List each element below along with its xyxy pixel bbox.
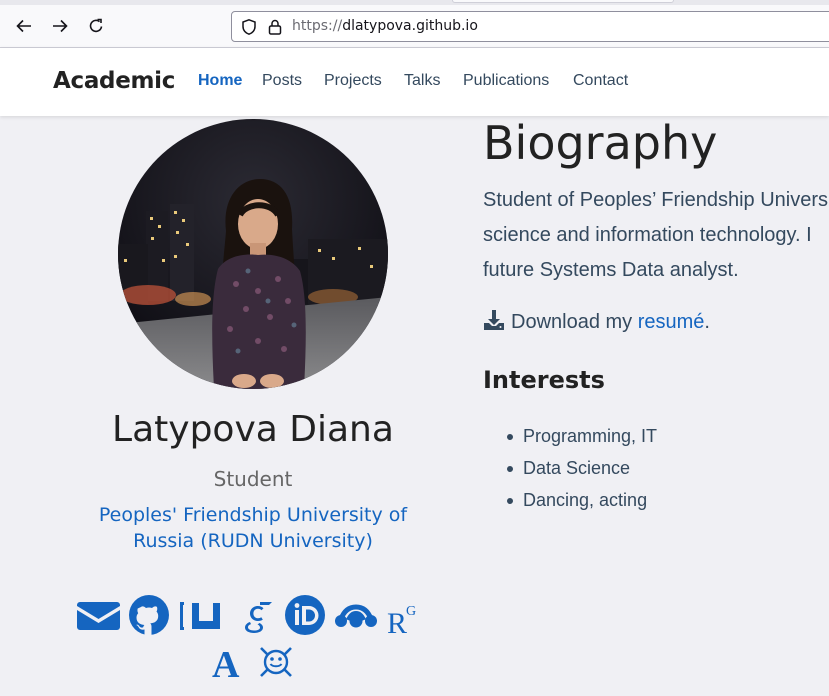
resume-link[interactable]: resumé xyxy=(638,311,705,333)
url-protocol: https:// xyxy=(292,18,343,34)
download-prefix: Download my xyxy=(511,311,638,333)
url-host: dlatypova.github.io xyxy=(342,18,478,34)
site-brand[interactable]: Academic xyxy=(53,68,175,94)
orcid-icon[interactable] xyxy=(284,595,326,635)
researchgate-icon[interactable]: RG xyxy=(386,600,420,636)
main-content: Latypova Diana Student Peoples' Friendsh… xyxy=(0,116,829,696)
academia-icon[interactable]: A xyxy=(211,643,247,679)
tab-strip xyxy=(0,0,829,5)
shield-icon[interactable] xyxy=(240,18,258,36)
arrow-left-icon xyxy=(16,19,31,33)
download-suffix: . xyxy=(704,311,710,333)
envelope-icon[interactable] xyxy=(77,599,120,631)
biography-line: Student of Peoples’ Friendship Universit… xyxy=(483,189,829,211)
biography-text: Student of Peoples’ Friendship Universit… xyxy=(483,183,829,288)
active-tab[interactable] xyxy=(452,0,674,3)
zotero-icon[interactable] xyxy=(258,645,294,679)
profile-name: Latypova Diana xyxy=(112,409,394,450)
biography-line: future Systems Data analyst. xyxy=(483,259,739,281)
address-bar[interactable]: https://dlatypova.github.io xyxy=(231,11,829,42)
forward-button[interactable] xyxy=(48,14,72,38)
browser-toolbar: https://dlatypova.github.io xyxy=(0,0,829,48)
reload-button[interactable] xyxy=(84,14,108,38)
profile-role: Student xyxy=(213,467,293,491)
download-icon xyxy=(484,310,504,330)
list-item: Programming, IT xyxy=(507,420,657,452)
google-scholar-icon[interactable] xyxy=(242,600,274,634)
svg-text:A: A xyxy=(212,644,240,679)
url-text[interactable]: https://dlatypova.github.io xyxy=(292,18,478,34)
nav-home[interactable]: Home xyxy=(198,72,242,90)
interests-heading: Interests xyxy=(483,366,605,394)
profile-organization[interactable]: Peoples' Friendship University of Russia… xyxy=(78,502,428,554)
list-item: Dancing, acting xyxy=(507,484,657,516)
nav-contact[interactable]: Contact xyxy=(573,72,628,90)
interests-list: Programming, IT Data Science Dancing, ac… xyxy=(507,420,657,516)
nav-posts[interactable]: Posts xyxy=(262,72,302,90)
svg-text:R: R xyxy=(387,607,407,636)
arrow-right-icon xyxy=(53,19,68,33)
biography-line: science and information technology. I xyxy=(483,224,812,246)
svg-text:G: G xyxy=(406,604,416,619)
site-navbar: Academic Home Posts Projects Talks Publi… xyxy=(0,48,829,116)
biography-heading: Biography xyxy=(483,116,718,170)
github-icon[interactable] xyxy=(128,595,170,635)
lock-icon[interactable] xyxy=(267,18,283,36)
nav-publications[interactable]: Publications xyxy=(463,72,549,90)
avatar-photo xyxy=(118,119,388,389)
reload-icon xyxy=(89,18,103,33)
nav-talks[interactable]: Talks xyxy=(404,72,440,90)
avatar xyxy=(118,119,388,389)
nav-projects[interactable]: Projects xyxy=(324,72,382,90)
mendeley-icon[interactable] xyxy=(334,604,378,630)
arxiv-icon[interactable] xyxy=(178,599,233,633)
back-button[interactable] xyxy=(12,14,36,38)
list-item: Data Science xyxy=(507,452,657,484)
download-resume: Download my resumé. xyxy=(483,309,710,334)
